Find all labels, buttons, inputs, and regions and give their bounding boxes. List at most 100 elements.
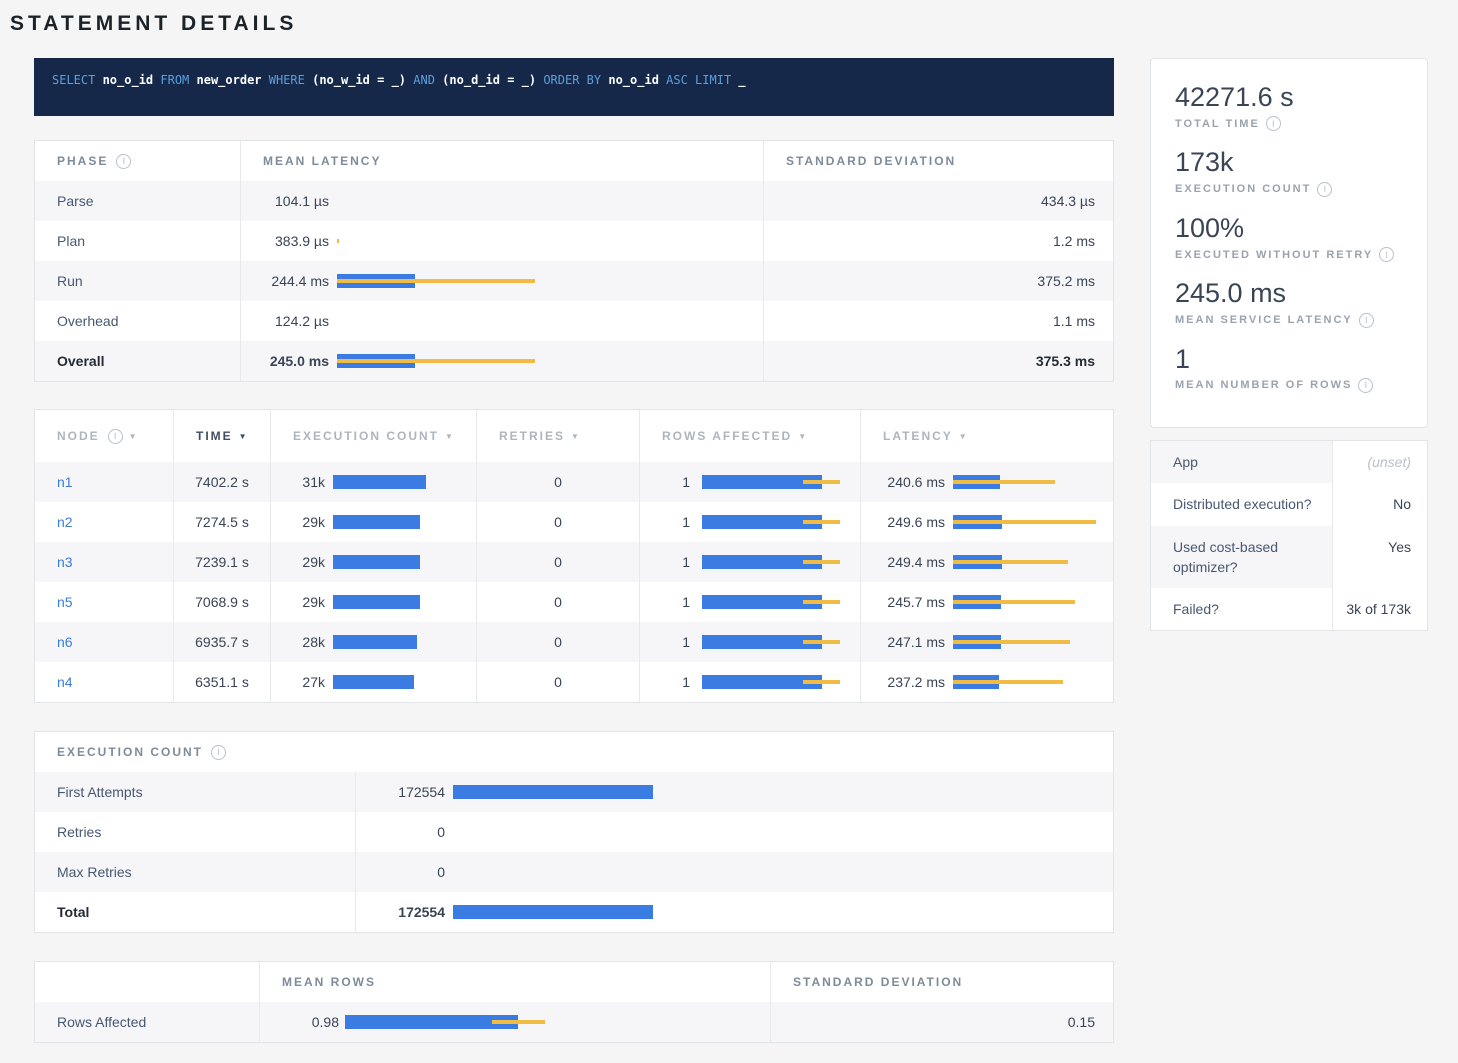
phase-name: Run bbox=[35, 261, 241, 301]
time-cell: 7402.2 s bbox=[174, 462, 271, 502]
phase-row: Run 244.4 ms 375.2 ms bbox=[35, 261, 1113, 301]
execution-count-cell: 29k bbox=[271, 542, 477, 582]
rows-affected-cell: 1 bbox=[640, 582, 861, 622]
attribute-value: No bbox=[1333, 483, 1427, 525]
count-cell: 0 bbox=[356, 852, 1115, 892]
node-cell: n2 bbox=[35, 502, 174, 542]
mean-latency-value: 124.2 µs bbox=[263, 313, 329, 329]
node-table: NODE i ▼ TIME ▼ EXECUTION COUNT ▼ RETRIE… bbox=[34, 409, 1114, 703]
execution-count-cell: 29k bbox=[271, 502, 477, 542]
info-icon[interactable]: i bbox=[116, 154, 131, 169]
rows-affected-cell: 1 bbox=[640, 542, 861, 582]
summary-sidebar: 42271.6 s TOTAL TIME i 173k EXECUTION CO… bbox=[1150, 58, 1428, 631]
time-header-sorted[interactable]: TIME ▼ bbox=[174, 410, 271, 462]
node-link[interactable]: n2 bbox=[57, 514, 73, 530]
rows-table-header: MEAN ROWS STANDARD DEVIATION bbox=[35, 962, 1113, 1002]
execution-count-header[interactable]: EXECUTION COUNT ▼ bbox=[271, 410, 477, 462]
phase-name: Plan bbox=[35, 221, 241, 261]
node-link[interactable]: n6 bbox=[57, 634, 73, 650]
mean-rows-header: MEAN ROWS bbox=[260, 962, 771, 1002]
phase-name: Overall bbox=[35, 341, 241, 381]
info-icon[interactable]: i bbox=[1266, 116, 1281, 131]
std-dev-header: STANDARD DEVIATION bbox=[771, 962, 1115, 1002]
time-cell: 6351.1 s bbox=[174, 662, 271, 702]
execution-count-row-total: Total 172554 bbox=[35, 892, 1113, 932]
std-dev-value: 375.3 ms bbox=[764, 341, 1115, 381]
info-icon[interactable]: i bbox=[1359, 313, 1374, 328]
execution-count-cell: 31k bbox=[271, 462, 477, 502]
attribute-row-optimizer: Used cost-based optimizer? Yes bbox=[1151, 526, 1427, 589]
rows-table: MEAN ROWS STANDARD DEVIATION Rows Affect… bbox=[34, 961, 1114, 1043]
sql-statement-text: SELECT no_o_id FROM new_order WHERE (no_… bbox=[52, 73, 746, 101]
rows-affected-bar bbox=[702, 675, 840, 689]
latency-cell: 249.6 ms bbox=[861, 502, 1115, 542]
latency-bar bbox=[953, 675, 1063, 689]
sort-arrow-icon[interactable]: ▼ bbox=[571, 432, 579, 441]
count-bar bbox=[453, 785, 653, 799]
attribute-row-app: App (unset) bbox=[1151, 441, 1427, 483]
latency-header[interactable]: LATENCY ▼ bbox=[861, 410, 1115, 462]
sort-arrow-icon[interactable]: ▼ bbox=[239, 432, 247, 441]
sql-keyword: ORDER BY bbox=[543, 73, 608, 87]
rows-affected-bar bbox=[702, 555, 840, 569]
stat-executed-without-retry: 100% EXECUTED WITHOUT RETRY i bbox=[1175, 212, 1403, 262]
latency-bar bbox=[337, 274, 535, 288]
attribute-row-distributed: Distributed execution? No bbox=[1151, 483, 1427, 525]
info-icon[interactable]: i bbox=[108, 429, 123, 444]
node-header[interactable]: NODE i ▼ bbox=[35, 410, 174, 462]
execution-count-bar bbox=[333, 555, 420, 569]
sql-statement-box: SELECT no_o_id FROM new_order WHERE (no_… bbox=[34, 58, 1114, 116]
info-icon[interactable]: i bbox=[1317, 182, 1332, 197]
row-label: Total bbox=[35, 892, 356, 932]
sql-identifier: (no_w_id = _) bbox=[312, 73, 413, 87]
node-link[interactable]: n3 bbox=[57, 554, 73, 570]
rows-affected-cell: 1 bbox=[640, 622, 861, 662]
node-link[interactable]: n5 bbox=[57, 594, 73, 610]
rows-affected-bar bbox=[702, 475, 840, 489]
stat-mean-number-of-rows: 1 MEAN NUMBER OF ROWS i bbox=[1175, 343, 1403, 393]
latency-cell: 249.4 ms bbox=[861, 542, 1115, 582]
phase-row-overall: Overall 245.0 ms 375.3 ms bbox=[35, 341, 1113, 381]
rows-affected-bar bbox=[702, 635, 840, 649]
row-label: Retries bbox=[35, 812, 356, 852]
execution-count-row: First Attempts 172554 bbox=[35, 772, 1113, 812]
sort-arrow-icon[interactable]: ▼ bbox=[959, 432, 967, 441]
retries-cell: 0 bbox=[477, 542, 640, 582]
time-cell: 7068.9 s bbox=[174, 582, 271, 622]
sort-arrow-icon[interactable]: ▼ bbox=[445, 432, 453, 441]
std-dev-value: 375.2 ms bbox=[764, 261, 1115, 301]
info-icon[interactable]: i bbox=[1358, 378, 1373, 393]
rows-affected-bar bbox=[702, 595, 840, 609]
node-link[interactable]: n4 bbox=[57, 674, 73, 690]
count-cell: 172554 bbox=[356, 772, 1115, 812]
rows-affected-bar bbox=[702, 515, 840, 529]
sort-arrow-icon[interactable]: ▼ bbox=[798, 432, 806, 441]
time-cell: 7239.1 s bbox=[174, 542, 271, 582]
execution-count-row: Max Retries 0 bbox=[35, 852, 1113, 892]
time-cell: 7274.5 s bbox=[174, 502, 271, 542]
info-icon[interactable]: i bbox=[1379, 247, 1394, 262]
phase-name: Parse bbox=[35, 181, 241, 221]
mean-latency-cell: 245.0 ms bbox=[241, 341, 764, 381]
count-cell: 0 bbox=[356, 812, 1115, 852]
node-cell: n5 bbox=[35, 582, 174, 622]
execution-count-cell: 27k bbox=[271, 662, 477, 702]
retries-cell: 0 bbox=[477, 662, 640, 702]
std-dev-value: 1.2 ms bbox=[764, 221, 1115, 261]
rows-affected-cell: 1 bbox=[640, 462, 861, 502]
rows-affected-row: Rows Affected 0.98 0.15 bbox=[35, 1002, 1113, 1042]
phase-row: Plan 383.9 µs 1.2 ms bbox=[35, 221, 1113, 261]
execution-count-bar bbox=[333, 515, 420, 529]
info-icon[interactable]: i bbox=[211, 745, 226, 760]
sql-keyword: ASC LIMIT bbox=[666, 73, 738, 87]
std-dev-value: 0.15 bbox=[771, 1002, 1115, 1042]
retries-header[interactable]: RETRIES ▼ bbox=[477, 410, 640, 462]
node-cell: n6 bbox=[35, 622, 174, 662]
stat-total-time: 42271.6 s TOTAL TIME i bbox=[1175, 81, 1403, 131]
mean-latency-cell: 244.4 ms bbox=[241, 261, 764, 301]
node-link[interactable]: n1 bbox=[57, 474, 73, 490]
stat-mean-service-latency: 245.0 ms MEAN SERVICE LATENCY i bbox=[1175, 277, 1403, 327]
sort-arrow-icon[interactable]: ▼ bbox=[129, 432, 137, 441]
rows-affected-header[interactable]: ROWS AFFECTED ▼ bbox=[640, 410, 861, 462]
retries-cell: 0 bbox=[477, 622, 640, 662]
